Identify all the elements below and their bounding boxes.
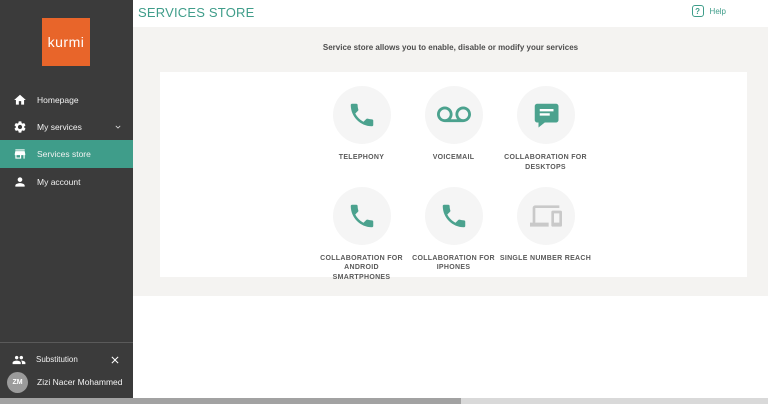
- content-area: Service store allows you to enable, disa…: [133, 27, 768, 296]
- store-icon: [13, 147, 27, 161]
- close-icon[interactable]: [109, 354, 121, 366]
- user-info[interactable]: ZM Zizi Nacer Mohammed: [0, 370, 133, 394]
- help-button[interactable]: ? Help: [691, 5, 726, 17]
- store-subtitle: Service store allows you to enable, disa…: [322, 43, 579, 52]
- sidebar-item-label: Homepage: [37, 94, 79, 105]
- sidebar-item-label: My account: [37, 176, 81, 187]
- page-title: SERVICES STORE: [138, 5, 255, 20]
- phone-icon: [347, 201, 377, 231]
- home-icon: [13, 93, 27, 107]
- person-icon: [13, 175, 27, 189]
- service-icon-circle: [424, 186, 483, 245]
- horizontal-scrollbar[interactable]: [0, 398, 768, 404]
- sidebar-item-homepage[interactable]: Homepage: [0, 86, 133, 113]
- service-icon-circle: [516, 186, 575, 245]
- services-card: TELEPHONY VOICEMAIL COLLABORATION FOR DE…: [160, 72, 747, 281]
- substitution-label: Substitution: [36, 355, 78, 364]
- sidebar-item-my-account[interactable]: My account: [0, 168, 133, 195]
- service-tile-label: COLLABORATION FOR DESKTOPS: [504, 154, 587, 171]
- sidebar-item-my-services[interactable]: My services: [0, 113, 133, 140]
- services-row-1: TELEPHONY VOICEMAIL COLLABORATION FOR DE…: [316, 86, 592, 173]
- service-tile-label: VOICEMAIL: [432, 154, 475, 161]
- horizontal-scrollbar-thumb[interactable]: [0, 398, 461, 404]
- substitution-bar: Substitution: [0, 349, 133, 370]
- help-label: Help: [709, 6, 726, 16]
- kurmi-logo-text: kurmi: [47, 34, 85, 50]
- service-tile-label: COLLABORATION FOR ANDROID SMARTPHONES: [320, 254, 403, 282]
- services-row-2: COLLABORATION FOR ANDROID SMARTPHONES CO…: [316, 186, 592, 283]
- service-icon-circle: [332, 186, 391, 245]
- gear-icon: [13, 120, 27, 134]
- service-icon-circle: [332, 86, 391, 144]
- main-header: SERVICES STORE ? Help: [133, 0, 768, 27]
- kurmi-app-window: kurmi Homepage My services Services stor…: [0, 0, 768, 404]
- kurmi-logo[interactable]: kurmi: [42, 18, 90, 66]
- user-name: Zizi Nacer Mohammed: [37, 377, 123, 387]
- sidebar-nav: Homepage My services Services store My a…: [0, 86, 133, 195]
- service-tile-label: TELEPHONY: [338, 154, 385, 161]
- phone-icon: [439, 201, 469, 231]
- service-tile-collaboration-desktops[interactable]: COLLABORATION FOR DESKTOPS: [500, 86, 592, 173]
- sidebar: kurmi Homepage My services Services stor…: [0, 0, 133, 398]
- service-tile-label: COLLABORATION FOR IPHONES: [412, 254, 495, 272]
- sidebar-item-label: My services: [37, 121, 82, 132]
- chevron-down-icon: [113, 122, 123, 132]
- service-tile-single-number-reach[interactable]: SINGLE NUMBER REACH: [499, 186, 592, 283]
- people-icon: [12, 353, 26, 367]
- devices-icon: [529, 200, 562, 232]
- service-icon-circle: [424, 86, 483, 144]
- help-icon: ?: [691, 5, 704, 17]
- chat-icon: [531, 100, 561, 130]
- service-icon-circle: [516, 86, 575, 144]
- sidebar-item-label: Services store: [37, 149, 91, 159]
- phone-icon: [347, 100, 377, 130]
- service-tile-collaboration-android[interactable]: COLLABORATION FOR ANDROID SMARTPHONES: [316, 186, 408, 283]
- service-tile-label: SINGLE NUMBER REACH: [499, 254, 592, 262]
- sidebar-divider: [0, 342, 133, 343]
- voicemail-icon: [436, 98, 471, 132]
- service-tile-voicemail[interactable]: VOICEMAIL: [408, 86, 500, 173]
- content-lower-whitespace: [133, 296, 768, 404]
- service-tile-collaboration-iphones[interactable]: COLLABORATION FOR IPHONES: [408, 186, 500, 283]
- sidebar-item-services-store[interactable]: Services store: [0, 140, 133, 168]
- service-tile-telephony[interactable]: TELEPHONY: [316, 86, 408, 173]
- services-grid: TELEPHONY VOICEMAIL COLLABORATION FOR DE…: [160, 86, 747, 283]
- avatar: ZM: [7, 371, 28, 393]
